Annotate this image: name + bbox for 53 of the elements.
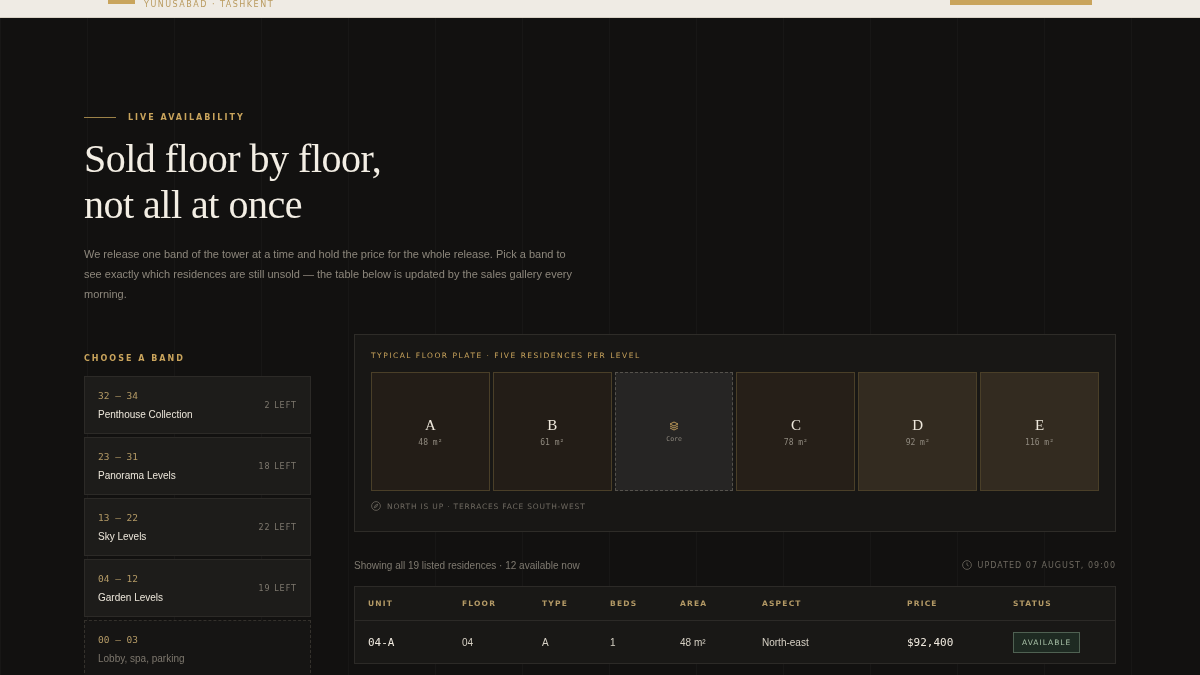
table-cell: $92,400 [907, 635, 954, 649]
unit-cell[interactable]: B 61 m² [492, 372, 612, 491]
unit-area: 48 m² [418, 437, 443, 447]
table-cell: 1 [610, 636, 616, 648]
bands-heading: CHOOSE A BAND [84, 354, 186, 363]
layers-icon [669, 420, 680, 431]
units-left: 22 LEFT [258, 522, 297, 532]
table-cell: 48 m² [680, 636, 706, 648]
unit-cell[interactable]: E 116 m² [980, 372, 1099, 491]
table-cell: North-east [762, 636, 809, 648]
table-cell: 04 [462, 636, 474, 648]
section-eyebrow: LIVE AVAILABILITY [128, 113, 245, 122]
unit-cell[interactable]: C 78 m² [736, 372, 856, 491]
clock-icon [961, 560, 972, 570]
updated-time: UPDATED 07 AUGUST, 09:00 [977, 560, 1116, 570]
page-title: Sold floor by floor, [84, 136, 382, 182]
page-title: not all at once [84, 182, 302, 228]
unit-letter: D [912, 416, 924, 434]
header-button[interactable] [950, 0, 1092, 5]
location-tagline: YUNUSABAD · TASHKENT [144, 0, 275, 9]
unit-area: 78 m² [783, 437, 808, 447]
unit-letter: C [790, 416, 801, 434]
unit-area: 116 m² [1025, 437, 1054, 447]
unit-area: 61 m² [540, 437, 565, 447]
table-cell: 04-A [368, 635, 395, 649]
units-left: 19 LEFT [258, 583, 297, 593]
logo-mark [108, 0, 135, 4]
band-card[interactable]: 32 – 34 Penthouse Collection 2 LEFT [84, 376, 311, 434]
units-left: 2 LEFT [264, 400, 297, 410]
band-name: Lobby, spa, parking [98, 653, 185, 664]
unit-letter: E [1034, 416, 1045, 434]
unit-cell[interactable]: A 48 m² [371, 372, 490, 491]
units-left: 18 LEFT [258, 461, 297, 471]
floor-range: 23 – 31 [98, 451, 139, 462]
band-name: Panorama Levels [98, 470, 176, 481]
band-name: Sky Levels [98, 531, 147, 542]
unit-area: 92 m² [905, 437, 930, 447]
floor-range: 00 – 03 [98, 634, 139, 645]
floor-range: 13 – 22 [98, 512, 139, 523]
band-card[interactable]: 13 – 22 Sky Levels 22 LEFT [84, 498, 311, 556]
band-card[interactable]: 23 – 31 Panorama Levels 18 LEFT [84, 437, 311, 495]
table-cell: A [542, 636, 549, 648]
intro-paragraph: We release one band of the tower at a time and hold the price for the whole release. Pick a band to see exactly which residences are still unsold — the table below is updated by the sales gallery every morning. [84, 247, 573, 302]
floor-range: 04 – 12 [98, 573, 139, 584]
compass-icon [371, 501, 381, 511]
unit-cell[interactable]: D 92 m² [858, 372, 978, 491]
band-name: Garden Levels [98, 592, 164, 603]
unit-letter: A [425, 416, 436, 434]
band-card[interactable]: 04 – 12 Garden Levels 19 LEFT [84, 559, 311, 617]
unit-letter: B [547, 416, 558, 434]
floor-range: 32 – 34 [98, 390, 139, 401]
band-name: Penthouse Collection [98, 409, 193, 420]
results-summary: Showing all 19 listed residences · 12 available now [354, 559, 580, 571]
